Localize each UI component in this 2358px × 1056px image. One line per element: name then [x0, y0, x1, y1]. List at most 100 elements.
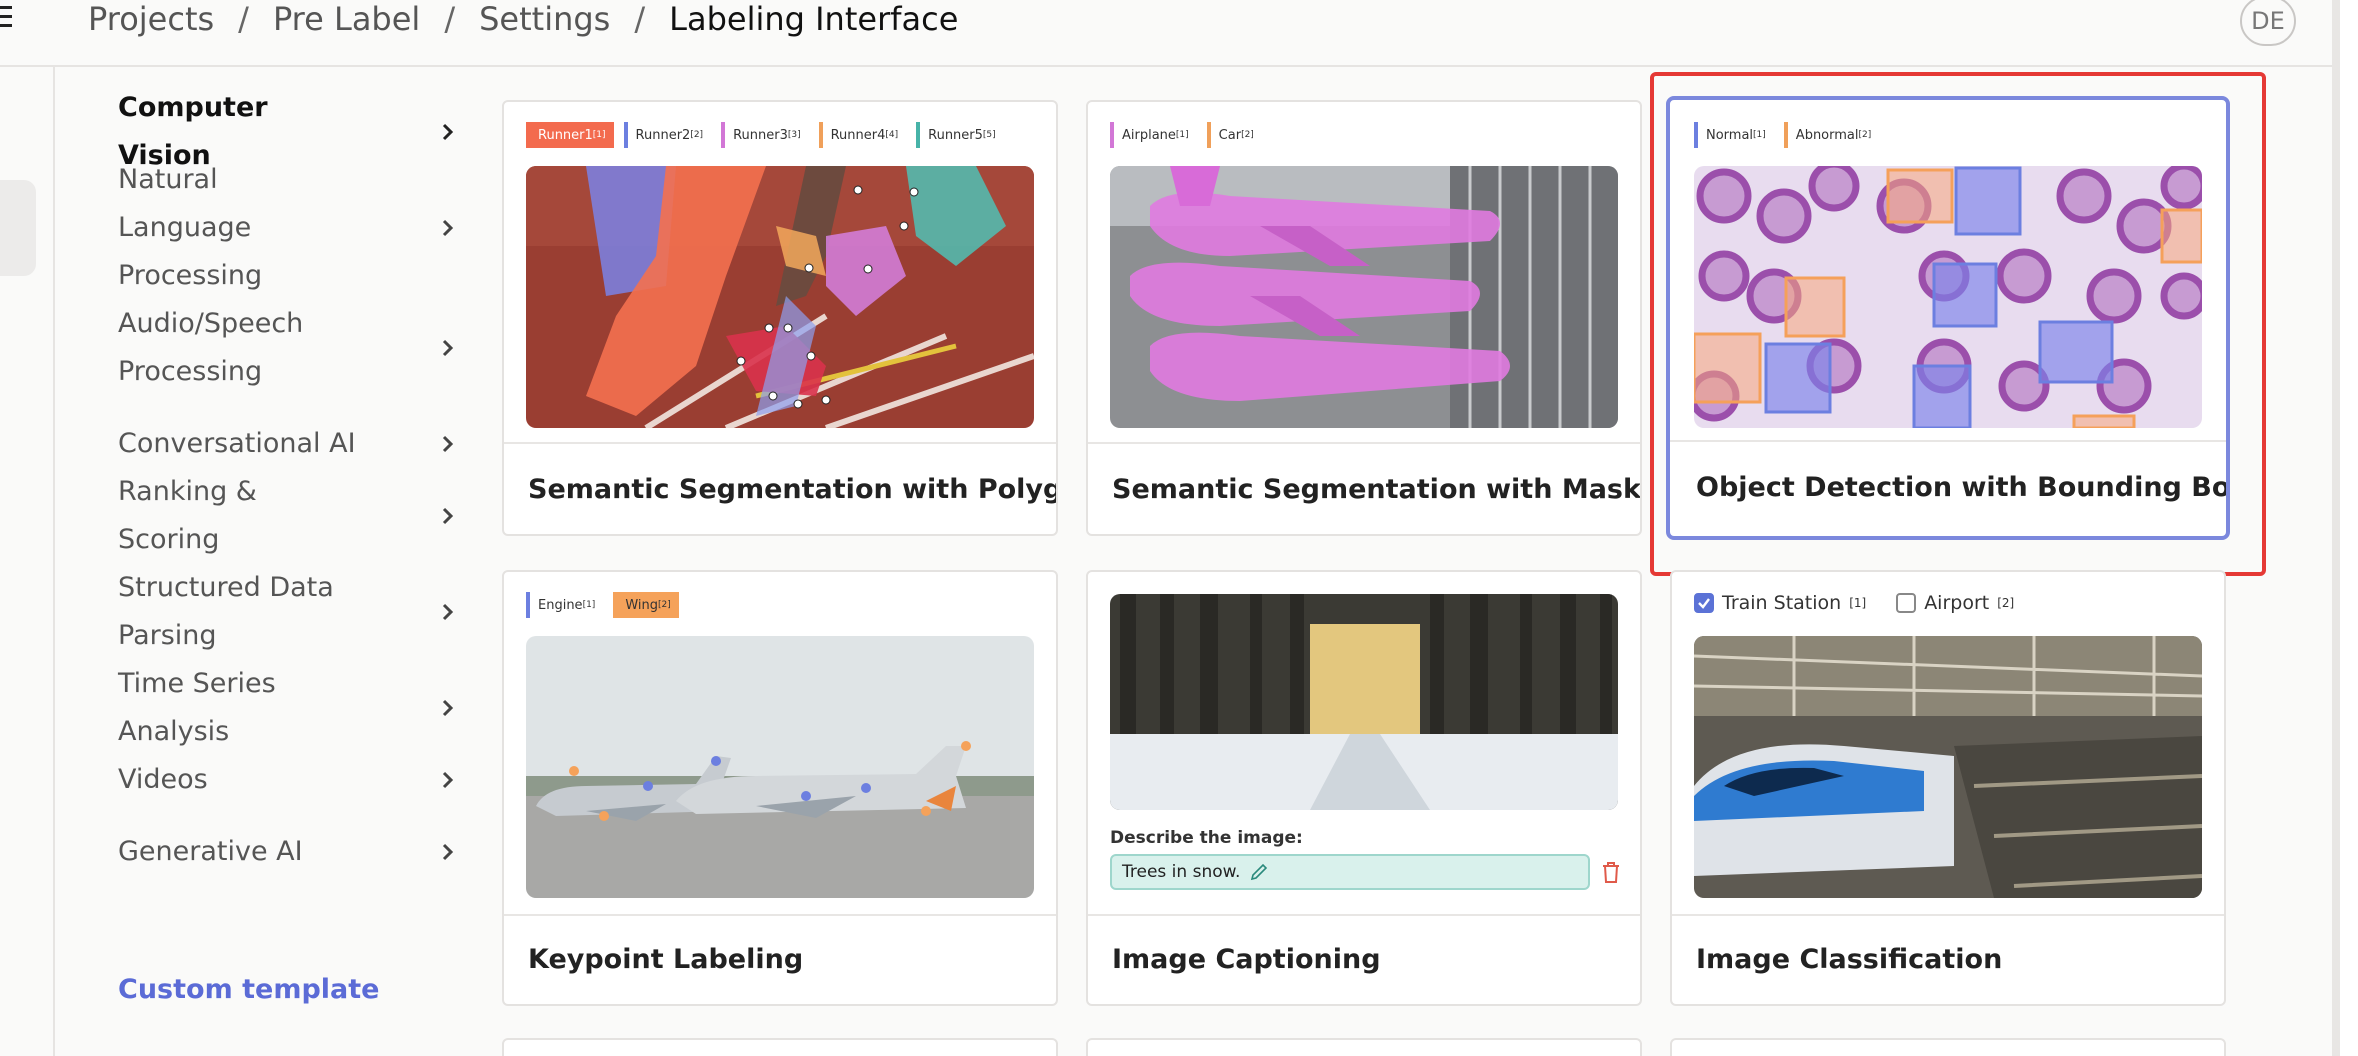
- left-divider: [53, 67, 55, 1056]
- checkbox-icon[interactable]: [1694, 593, 1714, 613]
- sidebar-item-nlp[interactable]: Natural Language Processing: [118, 164, 458, 291]
- caption-prompt: Describe the image:: [1110, 828, 1303, 848]
- template-card-masks[interactable]: Airplane [1] Car [2] Semantic Segmentation…: [1086, 100, 1642, 536]
- tag-index: [2]: [657, 600, 671, 610]
- left-nav-stub[interactable]: [0, 180, 36, 276]
- card-title: Image Classification: [1696, 944, 2003, 975]
- chevron-right-icon: [438, 770, 458, 790]
- sidebar-item-videos[interactable]: Videos: [118, 756, 458, 804]
- breadcrumb-pre-label[interactable]: Pre Label: [273, 0, 420, 38]
- card-title: Keypoint Labeling: [528, 944, 804, 975]
- tag-label: Runner3: [733, 127, 788, 143]
- category-sidebar: Computer Vision Natural Language Process…: [118, 92, 458, 876]
- tag-index: [5]: [982, 130, 996, 140]
- label-tag: Runner5 [5]: [916, 122, 1004, 148]
- chevron-right-icon: [438, 698, 458, 718]
- checkbox-icon[interactable]: [1896, 593, 1917, 613]
- template-card-classification[interactable]: Train Station [1] Airport [2] Image Classi…: [1670, 570, 2226, 1006]
- breadcrumb-projects[interactable]: Projects: [88, 0, 214, 38]
- label-tag: Car [2]: [1206, 122, 1262, 148]
- template-card-polygons[interactable]: Runner1 [1] Runner2 [2] Runner3 [3] Runner4…: [502, 100, 1058, 536]
- card-divider: [504, 442, 1056, 444]
- template-card-peek[interactable]: [1086, 1038, 1642, 1056]
- label-tags: Engine [1] Wing [2]: [526, 592, 679, 618]
- avatar[interactable]: DE: [2240, 0, 2296, 46]
- pencil-icon[interactable]: [1250, 863, 1268, 881]
- tag-label: Airplane: [1122, 127, 1176, 143]
- chevron-right-icon: [438, 122, 458, 142]
- selection-highlight: [1650, 72, 2266, 576]
- breadcrumb-separator: /: [444, 0, 456, 38]
- choice-label: Train Station: [1722, 592, 1842, 614]
- chevron-right-icon: [438, 434, 458, 454]
- sidebar-item-label: Generative AI: [118, 836, 303, 867]
- scrollbar[interactable]: [2332, 0, 2340, 1056]
- app: Projects / Pre Label / Settings / Labeli…: [0, 0, 2358, 1056]
- chevron-right-icon: [438, 842, 458, 862]
- choice-airport[interactable]: Airport [2]: [1896, 592, 2014, 614]
- chevron-right-icon: [438, 506, 458, 526]
- jets-thumbnail: [526, 636, 1034, 898]
- sidebar-item-structured-data[interactable]: Structured Data Parsing: [118, 564, 458, 660]
- trash-icon[interactable]: [1600, 860, 1622, 884]
- label-tags: Runner1 [1] Runner2 [2] Runner3 [3] Runner4…: [526, 122, 1004, 148]
- label-tags: Airplane [1] Car [2]: [1110, 122, 1262, 148]
- tag-index: [4]: [885, 130, 899, 140]
- tag-label: Engine: [538, 597, 583, 613]
- tag-index: [1]: [1175, 130, 1189, 140]
- custom-template-link[interactable]: Custom template: [118, 974, 379, 1005]
- breadcrumb: Projects / Pre Label / Settings / Labeli…: [88, 0, 958, 38]
- window-edge: [2340, 0, 2358, 1056]
- sidebar-item-conversational-ai[interactable]: Conversational AI: [118, 420, 458, 468]
- tag-label: Runner2: [635, 127, 691, 143]
- label-tag: Runner2 [2]: [623, 122, 712, 148]
- chevron-right-icon: [438, 338, 458, 358]
- label-tag: Engine [1]: [526, 592, 604, 618]
- template-card-peek[interactable]: [502, 1038, 1058, 1056]
- sidebar-item-label: Conversational AI: [118, 428, 356, 459]
- card-title: Image Captioning: [1112, 944, 1381, 975]
- breadcrumb-labeling-interface: Labeling Interface: [669, 0, 959, 38]
- sidebar-item-ranking-scoring[interactable]: Ranking & Scoring: [118, 476, 458, 555]
- menu-icon[interactable]: [0, 6, 14, 30]
- label-tag: Runner1 [1]: [526, 122, 614, 148]
- card-divider: [1088, 442, 1640, 444]
- card-divider: [1088, 914, 1640, 916]
- tag-label: Wing: [625, 597, 658, 613]
- template-card-peek[interactable]: [1670, 1038, 2226, 1056]
- tag-label: Runner5: [928, 127, 983, 143]
- tag-index: [2]: [1241, 130, 1254, 140]
- chevron-right-icon: [438, 602, 458, 622]
- snow-forest-thumbnail: [1110, 594, 1618, 810]
- label-tag: Runner3 [3]: [721, 122, 809, 148]
- top-bar: Projects / Pre Label / Settings / Labeli…: [0, 0, 2340, 67]
- sidebar-item-label: Natural Language Processing: [118, 164, 263, 291]
- sidebar-item-label: Structured Data Parsing: [118, 572, 334, 651]
- label-tag: Runner4 [4]: [818, 122, 907, 148]
- card-title: Semantic Segmentation with Masks: [1112, 474, 1642, 505]
- sidebar-item-label: Time Series Analysis: [118, 668, 276, 747]
- tag-index: [1]: [592, 130, 606, 140]
- tag-index: [2]: [690, 130, 704, 140]
- template-card-captioning[interactable]: Describe the image: Trees in snow. Image…: [1086, 570, 1642, 1006]
- tag-index: [1]: [582, 600, 596, 610]
- label-tag: Airplane [1]: [1110, 122, 1197, 148]
- sidebar-item-label: Videos: [118, 764, 208, 795]
- breadcrumb-separator: /: [634, 0, 646, 38]
- sidebar-item-time-series[interactable]: Time Series Analysis: [118, 668, 458, 747]
- breadcrumb-settings[interactable]: Settings: [479, 0, 610, 38]
- tag-label: Car: [1218, 127, 1242, 143]
- sidebar-item-generative-ai[interactable]: Generative AI: [118, 828, 458, 876]
- caption-value: Trees in snow.: [1122, 862, 1241, 882]
- tag-index: [3]: [787, 130, 801, 140]
- choice-train-station[interactable]: Train Station [1]: [1694, 592, 1866, 614]
- sidebar-item-audio-speech[interactable]: Audio/Speech Processing: [118, 300, 458, 396]
- label-tag: Wing [2]: [613, 592, 679, 618]
- choice-index: [2]: [1997, 596, 2015, 610]
- airplanes-thumbnail: [1110, 166, 1618, 428]
- template-card-keypoint[interactable]: Engine [1] Wing [2] Keypoint Labeling: [502, 570, 1058, 1006]
- sidebar-item-computer-vision[interactable]: Computer Vision: [118, 92, 458, 171]
- chevron-right-icon: [438, 218, 458, 238]
- sidebar-item-label: Audio/Speech Processing: [118, 308, 304, 387]
- caption-field[interactable]: Trees in snow.: [1110, 854, 1590, 890]
